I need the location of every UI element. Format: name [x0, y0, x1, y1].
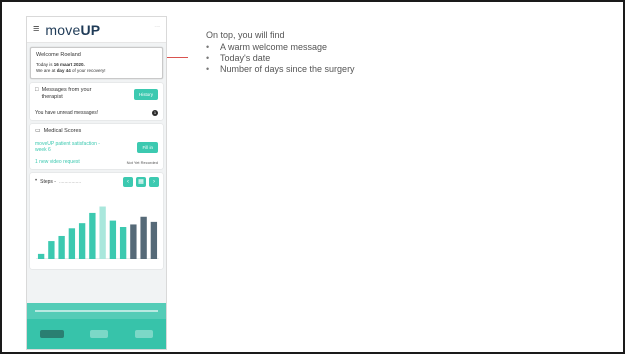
video-request-link[interactable]: 1 new video request — [35, 159, 80, 165]
note-item: • Number of days since the surgery — [206, 64, 355, 74]
medical-title: Medical Scores — [43, 128, 82, 134]
steps-card: • Steps - ................ ‹ ▦ › — [30, 173, 163, 269]
nav-progress[interactable] — [134, 330, 153, 338]
steps-bar — [140, 216, 147, 259]
video-status: Not Yet Recorded — [126, 159, 158, 165]
calendar-icon[interactable]: ▦ — [136, 177, 146, 187]
note-item: • Today's date — [206, 53, 271, 63]
history-button[interactable]: History — [133, 88, 158, 100]
steps-bar — [109, 220, 117, 259]
survey-link[interactable]: moveUP patient satisfaction - week 6 — [35, 141, 109, 153]
next-icon[interactable]: › — [149, 177, 159, 187]
steps-bar — [150, 221, 158, 259]
steps-title: Steps - — [40, 178, 56, 185]
steps-bar — [89, 212, 96, 259]
steps-bar — [119, 227, 127, 259]
steps-bar — [58, 235, 65, 259]
prev-icon[interactable]: ‹ — [123, 177, 133, 187]
app-logo: moveUP — [45, 21, 101, 38]
steps-chart — [36, 206, 159, 259]
messages-title: Messages from your therapist — [41, 87, 92, 100]
steps-bar — [48, 241, 55, 259]
steps-bar — [130, 224, 137, 259]
steps-subtitle: ................ — [58, 178, 82, 185]
welcome-card: Welcome Roeland Today is 16 maart 2020. … — [30, 47, 163, 79]
unread-text: You have unread messages! — [35, 110, 99, 116]
bottom-band — [27, 303, 166, 319]
notes: On top, you will find • A warm welcome me… — [206, 30, 586, 75]
nav-exercises[interactable] — [90, 330, 109, 338]
medical-scores-card: ▭ Medical Scores moveUP patient satisfac… — [30, 124, 163, 169]
notes-title: On top, you will find — [206, 30, 285, 40]
day-count: day 44 — [56, 68, 71, 73]
note-item: • A warm welcome message — [206, 42, 328, 52]
fill-in-button[interactable]: Fill in — [137, 141, 158, 153]
messages-header: □ Messages from your therapist — [35, 87, 100, 101]
chat-icon: □ — [35, 87, 39, 93]
connector-line — [167, 57, 188, 58]
slide: ≡ moveUP ..... Welcome Roeland Today is … — [0, 0, 625, 354]
nav-home[interactable] — [40, 330, 65, 338]
messages-card: □ Messages from your therapist History Y… — [30, 83, 163, 120]
notes-list: • A warm welcome message • Today's date • N… — [206, 42, 586, 75]
medical-header: ▭ Medical Scores — [35, 128, 158, 135]
steps-controls: ‹ ▦ › — [123, 177, 159, 187]
welcome-title: Welcome Roeland — [36, 52, 81, 58]
header-mini-text: ..... — [154, 23, 160, 28]
unread-badge[interactable]: 1 — [152, 110, 158, 116]
steps-bar — [68, 228, 76, 259]
phone-screenshot: ≡ moveUP ..... Welcome Roeland Today is … — [26, 16, 167, 350]
bottom-nav — [27, 319, 166, 349]
app-bar: ≡ moveUP ..... — [27, 17, 166, 43]
steps-bar — [37, 253, 45, 259]
hamburger-icon[interactable]: ≡ — [33, 24, 39, 35]
day-line: We are at day 44 of your recovery! — [36, 68, 106, 73]
steps-bar — [78, 223, 86, 259]
steps-bar — [99, 206, 106, 259]
date-value: 16 maart 2020. — [53, 62, 85, 67]
footsteps-icon: • — [35, 178, 38, 184]
folder-icon: ▭ — [35, 128, 41, 134]
